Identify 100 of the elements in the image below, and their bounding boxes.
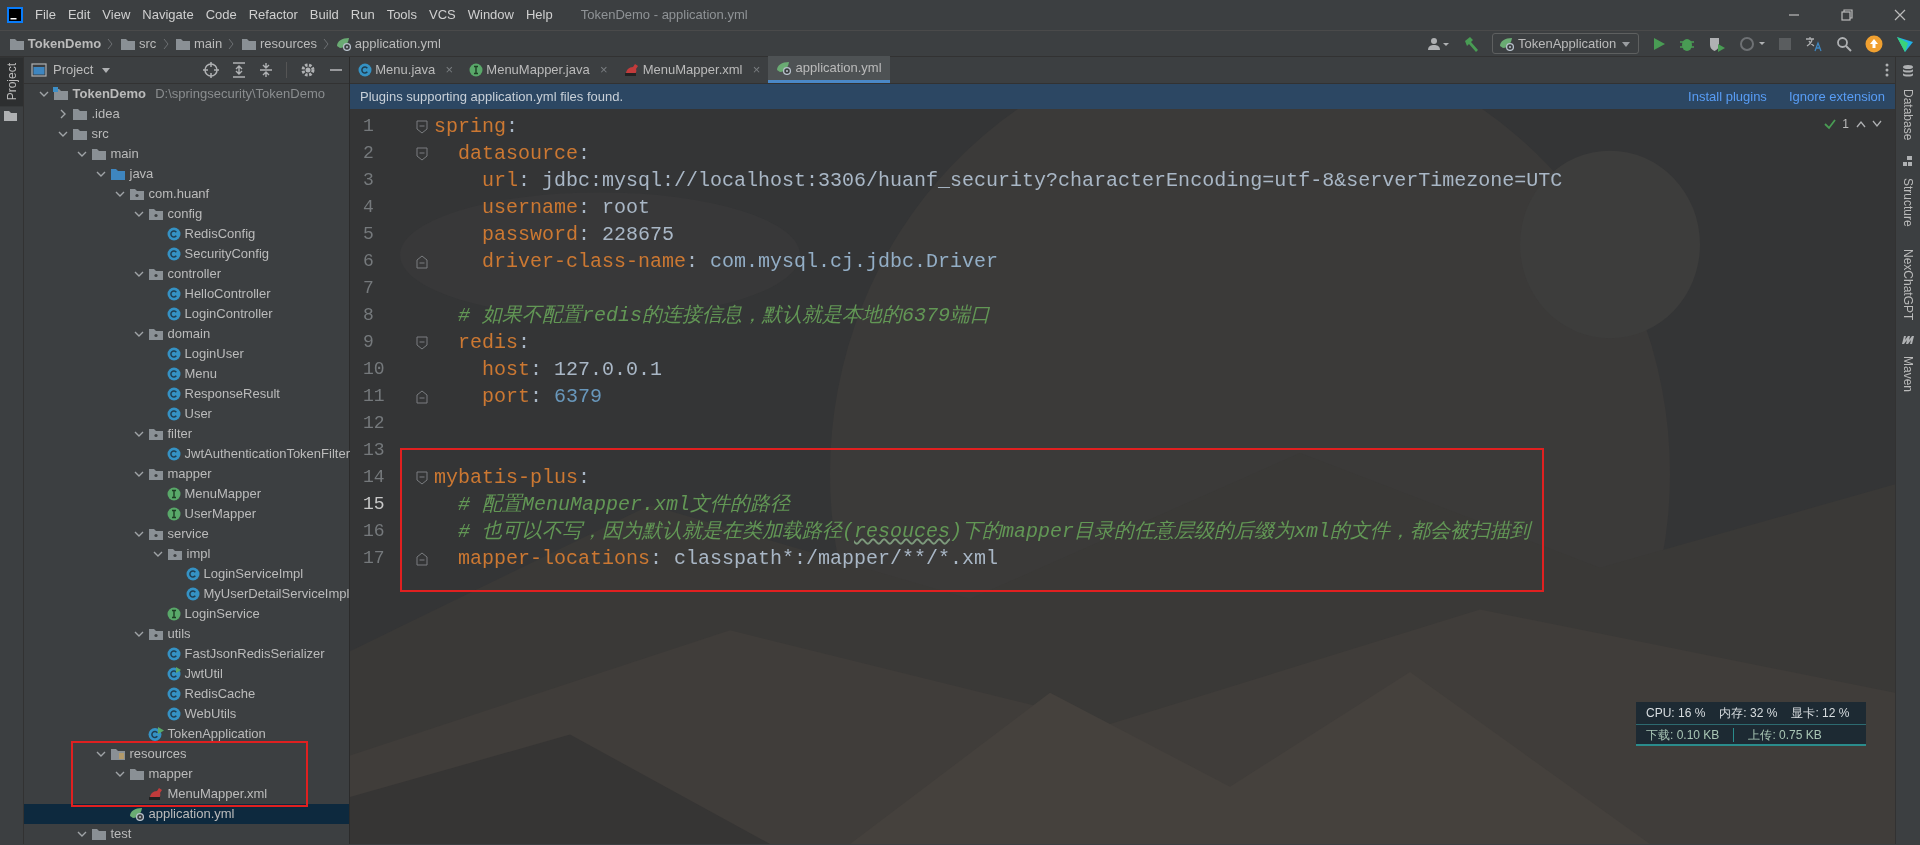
- fold-end-icon[interactable]: [416, 254, 428, 269]
- translate-icon[interactable]: [1804, 35, 1823, 52]
- menubar-entry[interactable]: Build: [303, 5, 345, 25]
- fold-icon[interactable]: [416, 470, 428, 485]
- yaml-file-icon: [335, 36, 352, 51]
- tree-item[interactable]: UserMapper: [24, 504, 349, 524]
- fold-end-icon[interactable]: [416, 551, 428, 566]
- tool-window-tab[interactable]: Structure: [1895, 169, 1920, 235]
- update-icon[interactable]: [1864, 34, 1883, 53]
- expand-all-icon[interactable]: [231, 62, 246, 78]
- tree-item[interactable]: LoginController: [24, 304, 349, 324]
- tree-item[interactable]: RedisCache: [24, 684, 349, 704]
- breadcrumb-item[interactable]: main: [172, 33, 225, 54]
- tree-item[interactable]: FastJsonRedisSerializer: [24, 644, 349, 664]
- menubar-entry[interactable]: Edit: [61, 5, 97, 25]
- tree-item[interactable]: java: [24, 164, 349, 184]
- more-options-icon[interactable]: [1884, 63, 1889, 77]
- user-dropdown-icon[interactable]: [1427, 36, 1450, 51]
- tree-item[interactable]: service: [24, 524, 349, 544]
- menubar-entry[interactable]: VCS: [423, 5, 462, 25]
- tool-window-tab[interactable]: NexChatGPT: [1895, 241, 1920, 329]
- breadcrumb-item[interactable]: application.yml: [333, 33, 443, 54]
- menubar-entry[interactable]: Window: [461, 5, 520, 25]
- tool-window-tab[interactable]: Maven: [1895, 348, 1920, 401]
- tree-item[interactable]: mapper: [24, 764, 349, 784]
- panel-title[interactable]: Project: [53, 60, 94, 80]
- tree-item[interactable]: com.huanf: [24, 184, 349, 204]
- locate-icon[interactable]: [202, 62, 219, 78]
- collapse-all-icon[interactable]: [258, 62, 273, 78]
- tool-window-tab[interactable]: Database: [1895, 80, 1920, 149]
- tree-item[interactable]: JwtUtil: [24, 664, 349, 684]
- tree-item[interactable]: HelloController: [24, 284, 349, 304]
- menubar-entry[interactable]: Help: [519, 5, 559, 25]
- tree-item[interactable]: mapper: [24, 464, 349, 484]
- tree-item[interactable]: MyUserDetailServiceImpl: [24, 584, 349, 604]
- breadcrumb-item[interactable]: src: [117, 33, 159, 54]
- tree-item[interactable]: LoginServiceImpl: [24, 564, 349, 584]
- tool-window-tab[interactable]: Project: [0, 57, 23, 107]
- tree-item[interactable]: controller: [24, 264, 349, 284]
- tree-item[interactable]: Menu: [24, 364, 349, 384]
- tree-item[interactable]: SecurityConfig: [24, 244, 349, 264]
- menubar-entry[interactable]: View: [96, 5, 137, 25]
- tree-item[interactable]: test: [24, 824, 349, 844]
- menubar-entry[interactable]: Code: [199, 5, 243, 25]
- search-icon[interactable]: [1835, 35, 1852, 52]
- code-line: datasource:: [457, 141, 591, 167]
- tree-item[interactable]: TokenApplication: [24, 724, 349, 744]
- folder-icon[interactable]: [3, 109, 18, 122]
- breadcrumb-item[interactable]: TokenDemo: [6, 33, 104, 54]
- menubar-entry[interactable]: Refactor: [242, 5, 304, 25]
- tree-item[interactable]: LoginService: [24, 604, 349, 624]
- plugin-logo-icon[interactable]: [1895, 34, 1914, 53]
- fold-icon[interactable]: [416, 146, 428, 161]
- menubar-entry[interactable]: Run: [344, 5, 381, 25]
- notification-link[interactable]: Install plugins: [1688, 86, 1767, 107]
- fold-end-icon[interactable]: [416, 389, 428, 404]
- editor-tab[interactable]: MenuMapper.java ×: [461, 56, 616, 83]
- inspection-count[interactable]: 1: [1842, 115, 1849, 133]
- tree-item[interactable]: User: [24, 404, 349, 424]
- fold-icon[interactable]: [416, 119, 428, 134]
- tree-item[interactable]: config: [24, 204, 349, 224]
- hammer-icon[interactable]: [1462, 35, 1479, 52]
- tree-item[interactable]: LoginUser: [24, 344, 349, 364]
- tree-item[interactable]: domain: [24, 324, 349, 344]
- menubar-entry[interactable]: Tools: [380, 5, 423, 25]
- tree-item[interactable]: MenuMapper.xml: [24, 784, 349, 804]
- tree-item[interactable]: main: [24, 144, 349, 164]
- editor-tab[interactable]: Menu.java ×: [350, 56, 462, 83]
- tree-item[interactable]: filter: [24, 424, 349, 444]
- package-folder-icon: [148, 207, 165, 221]
- tree-item[interactable]: application.yml: [24, 804, 349, 824]
- fold-icon[interactable]: [416, 335, 428, 350]
- coverage-icon[interactable]: [1707, 35, 1726, 52]
- menubar-entry[interactable]: Navigate: [136, 5, 200, 25]
- settings-icon[interactable]: [299, 62, 316, 78]
- run-configuration-dropdown[interactable]: TokenApplication: [1491, 33, 1639, 54]
- tree-item[interactable]: utils: [24, 624, 349, 644]
- tree-item[interactable]: JwtAuthenticationTokenFilter: [24, 444, 349, 464]
- tree-item[interactable]: RedisConfig: [24, 224, 349, 244]
- run-icon[interactable]: [1651, 36, 1666, 51]
- tree-item[interactable]: WebUtils: [24, 704, 349, 724]
- profiler-dropdown-icon[interactable]: [1738, 35, 1765, 52]
- tree-item[interactable]: MenuMapper: [24, 484, 349, 504]
- xml-file-icon: [148, 787, 165, 801]
- menubar-entry[interactable]: File: [29, 5, 62, 25]
- notification-link[interactable]: Ignore extension: [1788, 86, 1885, 107]
- close-button[interactable]: [1893, 8, 1907, 22]
- code-line: # 也可以不写，因为默认就是在类加载路径(resouces)下的mapper目录的任意层级的后缀为xml的文件，都会被扫描到: [457, 519, 1531, 545]
- tree-item[interactable]: .idea: [24, 104, 349, 124]
- next-icon[interactable]: [1872, 120, 1882, 128]
- tree-item[interactable]: src: [24, 124, 349, 144]
- tree-item[interactable]: impl: [24, 544, 349, 564]
- tree-item[interactable]: ResponseResult: [24, 384, 349, 404]
- breadcrumb-item[interactable]: resources: [238, 33, 320, 54]
- tree-item[interactable]: TokenDemo D:\springsecurity\TokenDemo: [24, 84, 349, 104]
- previous-icon[interactable]: [1855, 120, 1866, 128]
- editor-tab[interactable]: application.yml: [768, 56, 890, 83]
- tree-item[interactable]: resources: [24, 744, 349, 764]
- restore-button[interactable]: [1840, 8, 1854, 22]
- editor-tab[interactable]: MenuMapper.xml ×: [615, 56, 769, 83]
